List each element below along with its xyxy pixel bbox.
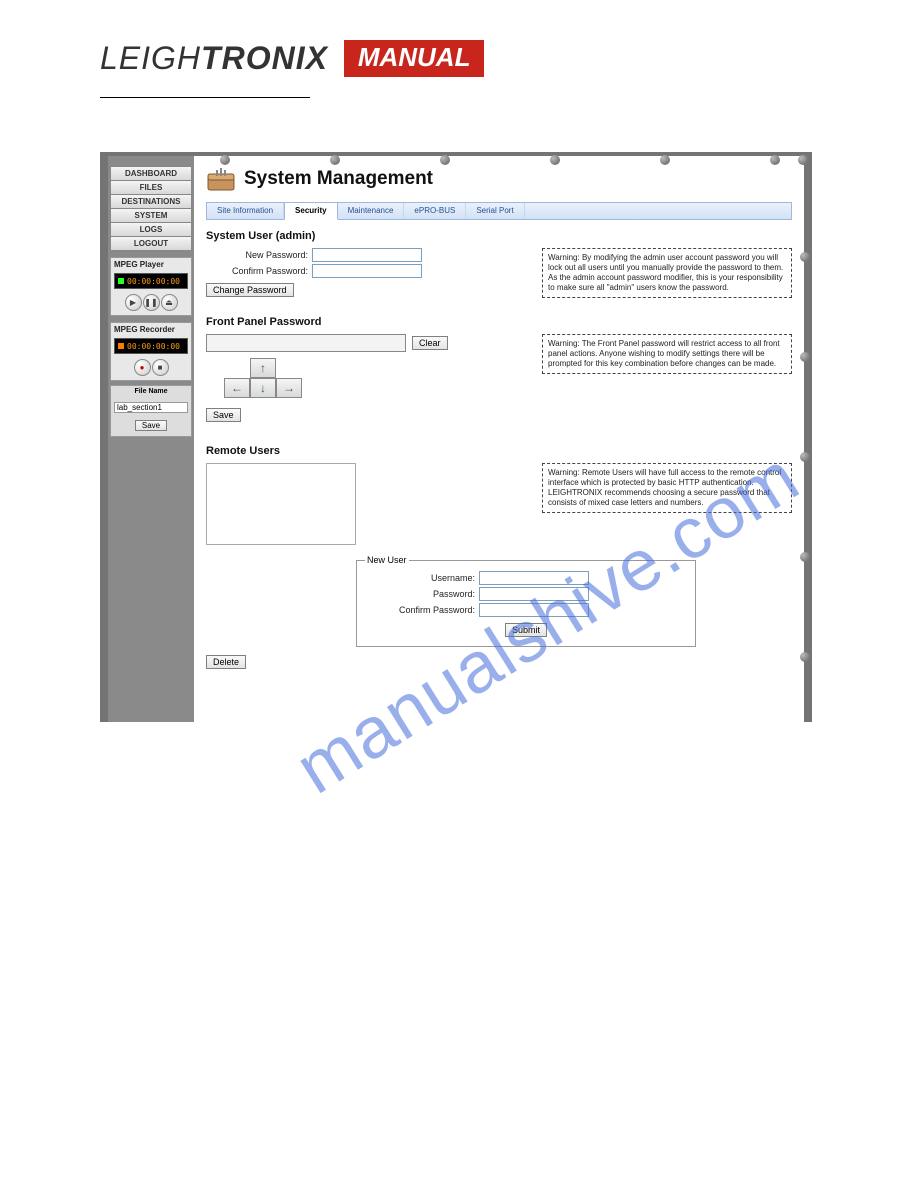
sidebar-item-files[interactable]: FILES xyxy=(110,180,192,195)
record-icon: ● xyxy=(140,363,145,372)
sidebar-item-dashboard[interactable]: DASHBOARD xyxy=(110,166,192,181)
manual-header: LEIGHTRONIX MANUAL xyxy=(0,0,918,77)
play-button[interactable]: ▶ xyxy=(125,294,142,311)
sidebar: DASHBOARD FILES DESTINATIONS SYSTEM LOGS… xyxy=(108,156,194,722)
app-shell: DASHBOARD FILES DESTINATIONS SYSTEM LOGS… xyxy=(100,152,812,722)
front-panel-clear-button[interactable]: Clear xyxy=(412,336,448,350)
new-password-input[interactable] xyxy=(312,248,422,262)
recorder-status-dot xyxy=(118,343,124,349)
front-panel-warning: Warning: The Front Panel password will r… xyxy=(542,334,792,374)
change-password-button[interactable]: Change Password xyxy=(206,283,294,297)
eject-button[interactable]: ⏏ xyxy=(161,294,178,311)
tab-strip: Site Information Security Maintenance eP… xyxy=(206,202,792,220)
toolbox-icon xyxy=(206,166,236,192)
mpeg-player-panel: MPEG Player 00:00:00:00 ▶ ❚❚ ⏏ xyxy=(110,257,192,316)
pause-icon: ❚❚ xyxy=(144,298,157,307)
mpeg-recorder-panel: MPEG Recorder 00:00:00:00 ● ■ xyxy=(110,322,192,381)
sidebar-item-logout[interactable]: LOGOUT xyxy=(110,236,192,251)
front-panel-heading: Front Panel Password xyxy=(206,316,792,328)
tab-security[interactable]: Security xyxy=(284,202,338,220)
confirm-password-label: Confirm Password: xyxy=(206,266,308,276)
arrow-pad: ↑ ← ↓ → xyxy=(224,358,528,398)
mpeg-player-lcd: 00:00:00:00 xyxy=(114,273,188,289)
recorder-time: 00:00:00:00 xyxy=(127,342,180,351)
filename-label: File Name xyxy=(111,386,191,397)
arrow-up-button[interactable]: ↑ xyxy=(250,358,276,378)
play-icon: ▶ xyxy=(130,298,136,307)
newuser-password-label: Password: xyxy=(365,589,475,599)
recorder-controls: ● ■ xyxy=(111,356,191,380)
tab-maintenance[interactable]: Maintenance xyxy=(338,203,405,219)
new-user-legend: New User xyxy=(365,555,409,565)
stop-button[interactable]: ■ xyxy=(152,359,169,376)
mpeg-recorder-lcd: 00:00:00:00 xyxy=(114,338,188,354)
pause-button[interactable]: ❚❚ xyxy=(143,294,160,311)
system-user-heading: System User (admin) xyxy=(206,230,792,242)
filename-save-button[interactable]: Save xyxy=(135,420,167,431)
remote-user-delete-button[interactable]: Delete xyxy=(206,655,246,669)
newuser-username-input[interactable] xyxy=(479,571,589,585)
new-user-fieldset: New User Username: Password: Confirm Pas… xyxy=(356,555,696,647)
tab-serial-port[interactable]: Serial Port xyxy=(466,203,524,219)
filename-box: File Name Save xyxy=(110,385,192,437)
remote-users-heading: Remote Users xyxy=(206,445,792,457)
brand-text: LEIGHTRONIX xyxy=(100,40,338,76)
filename-input[interactable] xyxy=(114,402,188,413)
mpeg-recorder-title: MPEG Recorder xyxy=(111,323,191,336)
newuser-confirm-label: Confirm Password: xyxy=(365,605,475,615)
confirm-password-input[interactable] xyxy=(312,264,422,278)
brand-bold: TRONIX xyxy=(201,40,328,76)
tab-site-information[interactable]: Site Information xyxy=(207,203,284,219)
newuser-username-label: Username: xyxy=(365,573,475,583)
sidebar-item-system[interactable]: SYSTEM xyxy=(110,208,192,223)
newuser-password-input[interactable] xyxy=(479,587,589,601)
arrow-down-button[interactable]: ↓ xyxy=(250,378,276,398)
front-panel-combo-display xyxy=(206,334,406,352)
stop-icon: ■ xyxy=(158,363,163,372)
sidebar-item-logs[interactable]: LOGS xyxy=(110,222,192,237)
sidebar-item-destinations[interactable]: DESTINATIONS xyxy=(110,194,192,209)
player-status-dot xyxy=(118,278,124,284)
eject-icon: ⏏ xyxy=(165,298,173,307)
manual-badge: MANUAL xyxy=(344,40,485,77)
brand-thin: LEIGH xyxy=(100,40,201,76)
newuser-confirm-input[interactable] xyxy=(479,603,589,617)
remote-users-warning: Warning: Remote Users will have full acc… xyxy=(542,463,792,513)
remote-users-listbox[interactable] xyxy=(206,463,356,545)
arrow-left-button[interactable]: ← xyxy=(224,378,250,398)
player-time: 00:00:00:00 xyxy=(127,277,180,286)
page-title: System Management xyxy=(244,168,433,190)
newuser-submit-button[interactable]: Submit xyxy=(505,623,547,637)
mpeg-player-title: MPEG Player xyxy=(111,258,191,271)
player-controls: ▶ ❚❚ ⏏ xyxy=(111,291,191,315)
header-rule xyxy=(100,97,310,98)
tab-epro-bus[interactable]: ePRO-BUS xyxy=(404,203,466,219)
front-panel-save-button[interactable]: Save xyxy=(206,408,241,422)
main-content: System Management Site Information Secur… xyxy=(194,156,804,722)
system-user-warning: Warning: By modifying the admin user acc… xyxy=(542,248,792,298)
record-button[interactable]: ● xyxy=(134,359,151,376)
arrow-right-button[interactable]: → xyxy=(276,378,302,398)
new-password-label: New Password: xyxy=(206,250,308,260)
